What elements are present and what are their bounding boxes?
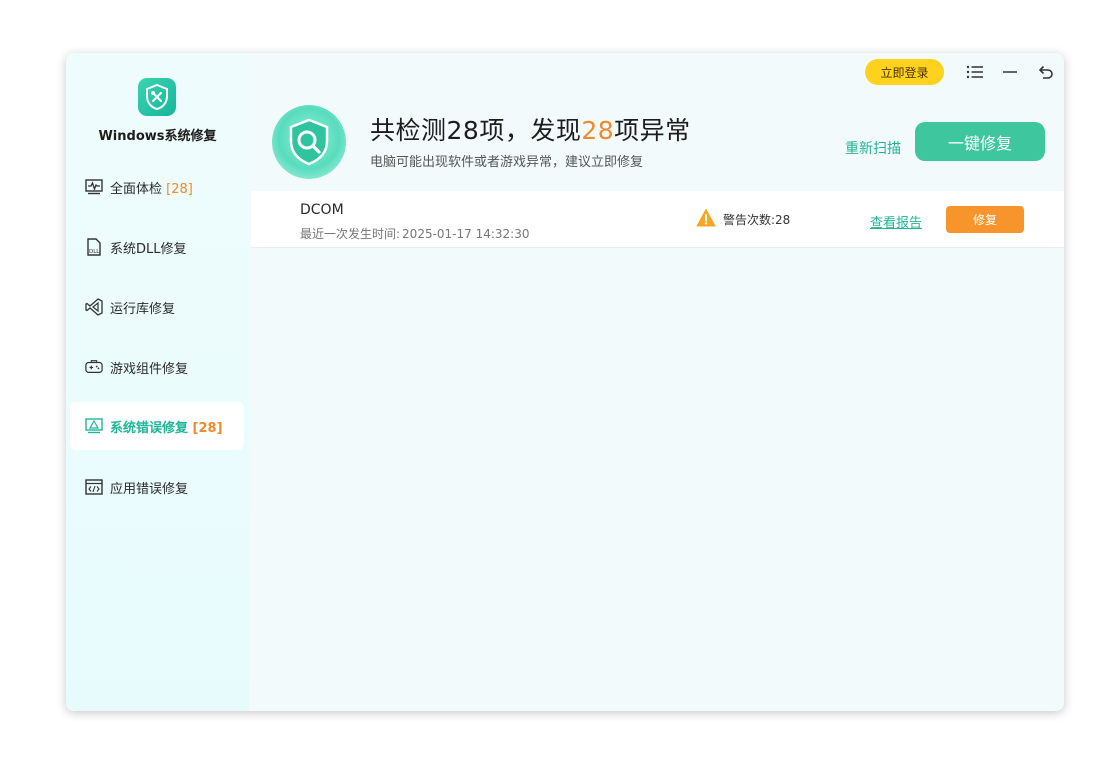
found-count: 28 [581,116,615,145]
sidebar-item-count: [28] [166,181,193,197]
sidebar-item-count: [28] [192,420,223,436]
sidebar-item-full-checkup[interactable]: 全面体检 [28] [70,163,244,211]
sidebar: Windows系统修复 全面体检 [28] DLL 系统DLL修复 运行库修复 … [66,53,249,711]
warning-monitor-icon [85,417,103,435]
dll-file-icon: DLL [85,238,103,256]
fix-button[interactable]: 修复 [946,206,1024,233]
minimize-icon[interactable] [999,61,1021,83]
sidebar-item-label: 全面体检 [110,181,163,197]
sidebar-item-system-error-repair[interactable]: 系统错误修复 [28] [70,402,244,450]
view-report-link[interactable]: 查看报告 [870,212,922,231]
menu-icon[interactable] [964,61,986,83]
sidebar-item-label: 运行库修复 [110,301,176,317]
sidebar-item-app-error-repair[interactable]: 应用错误修复 [70,463,244,511]
sidebar-item-label: 游戏组件修复 [110,361,189,377]
scan-summary-title: 共检测28项，发现28项异常 [370,116,691,145]
app-name: Windows系统修复 [98,129,217,144]
sidebar-item-dll-repair[interactable]: DLL 系统DLL修复 [70,223,244,271]
sidebar-item-runtime-repair[interactable]: 运行库修复 [70,283,244,331]
rescan-link[interactable]: 重新扫描 [845,138,901,158]
back-arrow-icon[interactable] [1034,61,1056,83]
sidebar-item-label: 应用错误修复 [110,481,189,497]
issue-name: DCOM [300,202,344,218]
issue-row: DCOM 最近一次发生时间: 2025-01-17 14:32:30 警告次数:2… [251,191,1064,248]
scan-summary-subtitle: 电脑可能出现软件或者游戏异常，建议立即修复 [370,155,644,170]
app-window: Windows系统修复 全面体检 [28] DLL 系统DLL修复 运行库修复 … [66,53,1064,711]
svg-text:DLL: DLL [89,249,100,255]
visual-studio-icon [85,298,103,316]
code-window-icon [85,478,103,496]
sidebar-item-label: 系统DLL修复 [110,241,187,257]
pulse-monitor-icon [85,178,103,196]
shield-tools-icon [146,83,168,111]
warning-triangle-icon [696,209,716,227]
login-button[interactable]: 立即登录 [865,59,944,85]
fix-all-button[interactable]: 一键修复 [915,122,1045,161]
app-logo [138,78,176,116]
issue-last-time: 最近一次发生时间: 2025-01-17 14:32:30 [300,227,530,241]
sidebar-item-label: 系统错误修复 [110,420,189,436]
scan-shield-badge [272,105,346,179]
total-count: 28 [446,116,480,145]
sidebar-item-game-components[interactable]: 游戏组件修复 [70,343,244,391]
gamepad-icon [85,358,103,376]
issue-warning-count: 警告次数:28 [723,213,791,227]
shield-search-icon [289,118,329,166]
